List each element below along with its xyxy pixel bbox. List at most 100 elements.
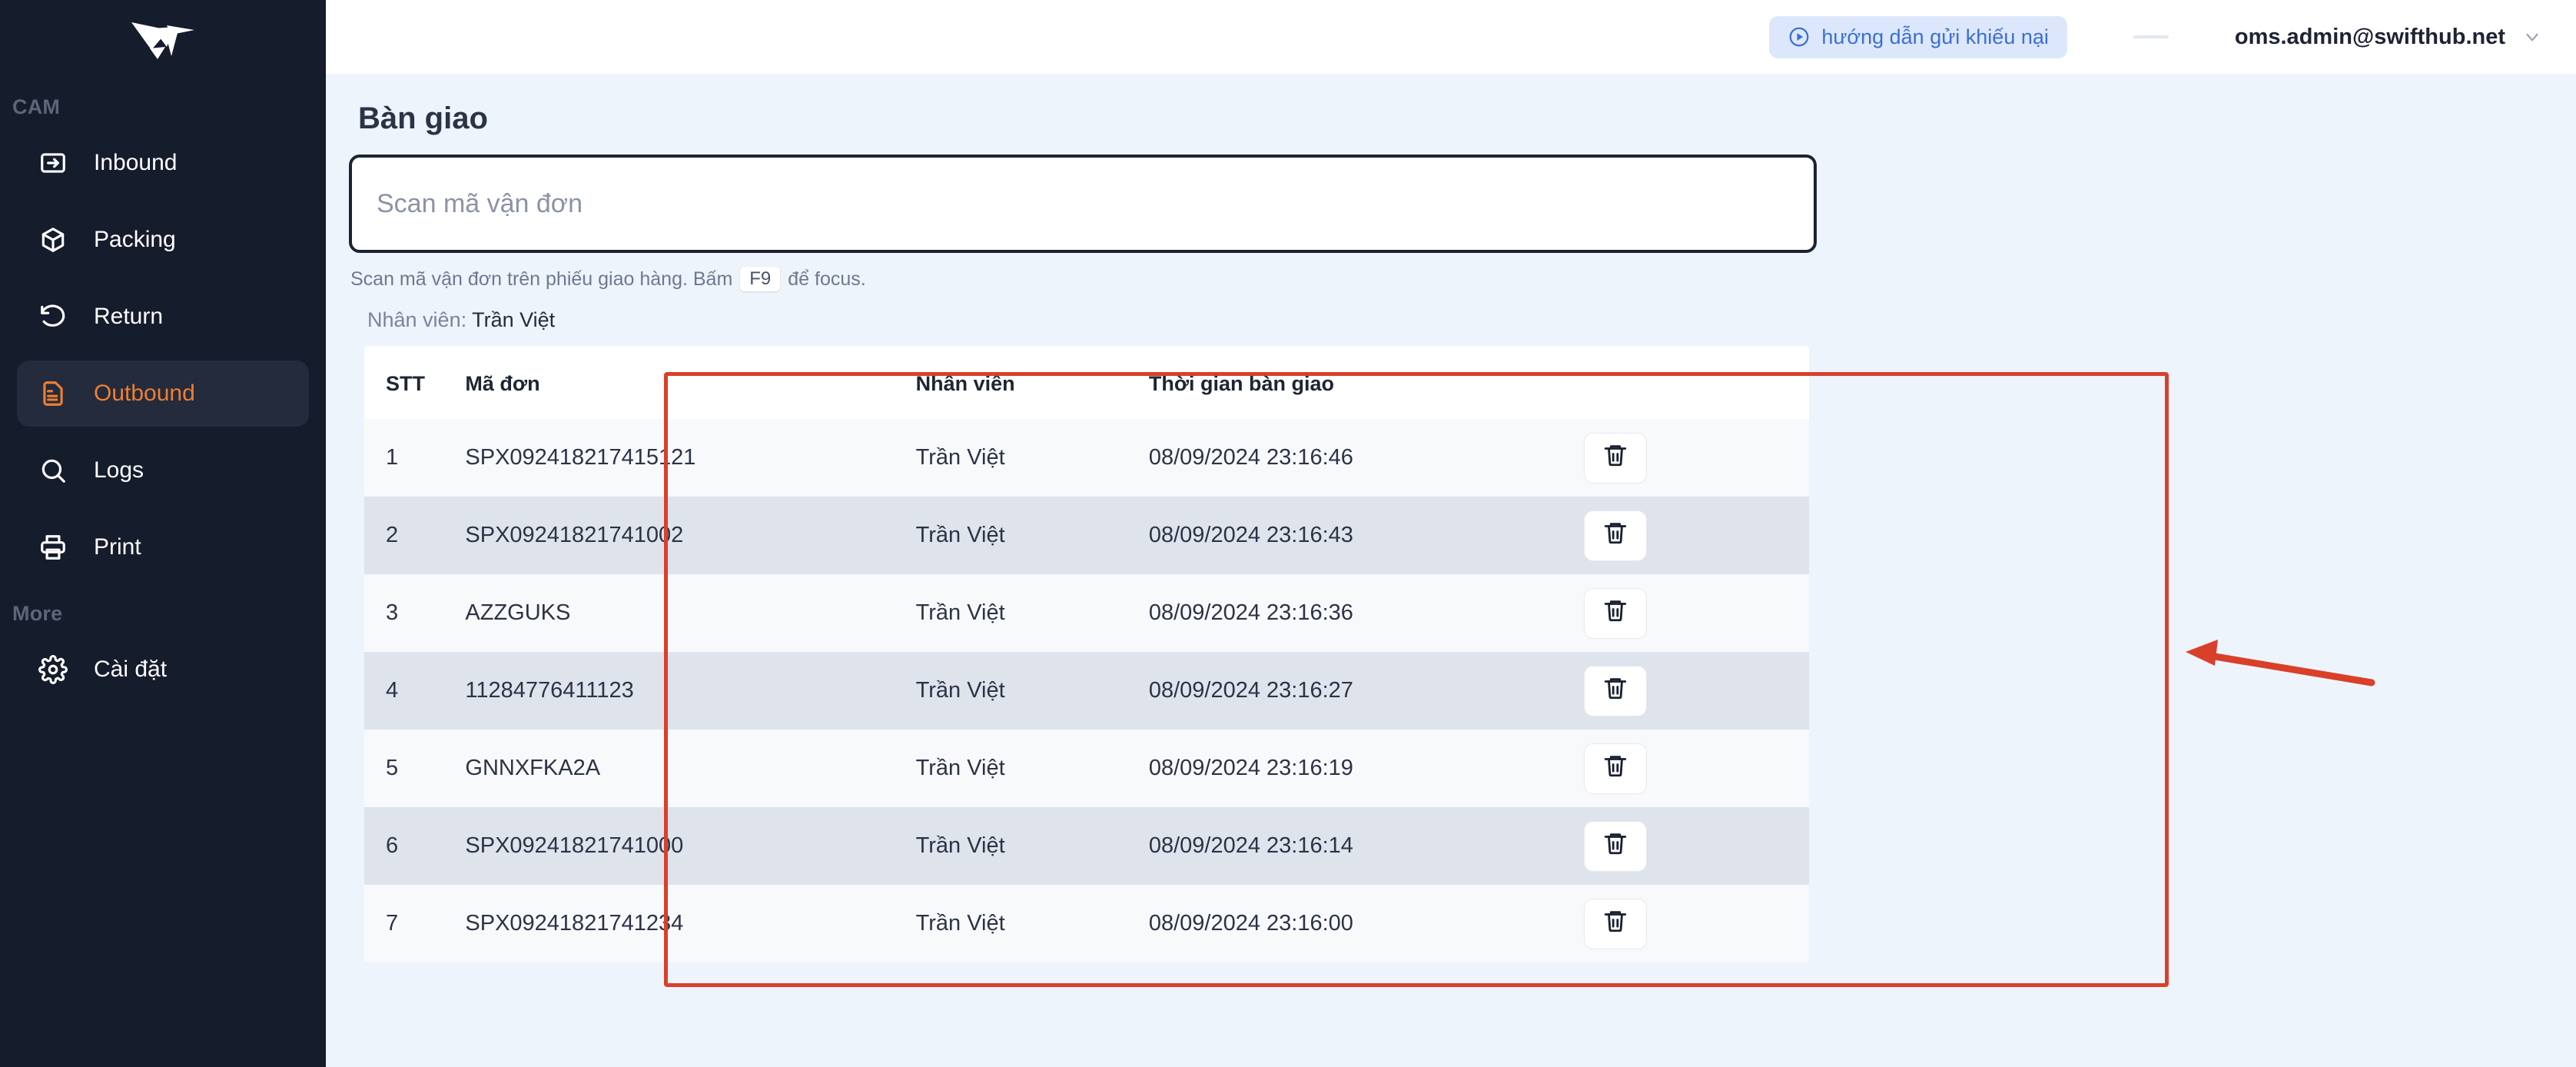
sidebar-item-label: Outbound [94,381,195,406]
sidebar-nav-more: Cài đặt [0,637,326,703]
cell-staff: Trần Việt [915,833,1005,858]
cell-staff: Trần Việt [915,600,1005,625]
column-header-actions [1583,346,1809,419]
sidebar-item-label: Cài đặt [94,656,168,682]
cell-stt: 2 [386,523,399,547]
trash-icon [1602,597,1628,630]
swifthub-bird-logo-icon [131,22,194,59]
delete-row-button[interactable] [1583,898,1647,949]
red-pointer-arrow [2186,640,2375,686]
f9-key-badge: F9 [740,267,781,291]
delete-row-button[interactable] [1583,743,1647,794]
cell-stt: 7 [386,911,399,936]
cell-stt: 1 [386,445,399,470]
cell-time: 08/09/2024 23:16:43 [1148,523,1353,547]
cell-staff: Trần Việt [915,678,1005,703]
table-row: 3 AZZGUKS Trần Việt 08/09/2024 23:16:36 [364,574,1809,652]
sidebar-section-label-cam: CAM [12,95,61,118]
cell-stt: 6 [386,833,399,858]
cell-code: SPX09241821741234 [465,911,684,936]
cell-time: 08/09/2024 23:16:14 [1148,833,1353,858]
scan-hint-before: Scan mã vận đơn trên phiếu giao hàng. Bấ… [350,268,733,290]
main-area: hướng dẫn gửi khiếu nại oms.admin@swifth… [326,0,2576,1067]
sidebar-item-packing[interactable]: Packing [17,207,309,273]
app-root: CAM Inbound Packing Return Outbound Logs… [0,0,2576,1067]
column-header-stt: STT [364,346,466,419]
sidebar-nav-cam: Inbound Packing Return Outbound Logs Pri… [0,130,326,580]
table-head: STT Mã đơn Nhân viên Thời gian bàn giao [364,346,1809,419]
trash-icon [1602,442,1628,474]
cell-code: SPX09241821741002 [465,523,684,547]
sidebar-section-label-more: More [12,602,63,625]
trash-icon [1602,520,1628,552]
play-circle-icon [1788,25,1811,48]
sidebar-item-logs[interactable]: Logs [17,437,309,504]
cell-code: AZZGUKS [465,600,571,625]
guide-complaint-label: hướng dẫn gửi khiếu nại [1821,25,2049,48]
cell-stt: 3 [386,600,399,625]
table-row: 2 SPX09241821741002 Trần Việt 08/09/2024 23… [364,497,1809,574]
scan-input[interactable]: Scan mã vận đơn [349,155,1817,253]
document-lines-icon [37,377,69,410]
cell-stt: 4 [386,678,399,703]
cell-time: 08/09/2024 23:16:19 [1148,756,1353,780]
cell-stt: 5 [386,756,399,780]
account-menu[interactable]: oms.admin@swifthub.net [2235,25,2542,50]
inbound-arrow-icon [37,147,69,179]
sidebar-item-settings[interactable]: Cài đặt [17,637,309,703]
cell-code: 11284776411123 [465,678,634,703]
sidebar-item-return[interactable]: Return [17,284,309,350]
delete-row-button[interactable] [1583,587,1647,639]
delete-row-button[interactable] [1583,510,1647,561]
table-header-row: STT Mã đơn Nhân viên Thời gian bàn giao [364,346,1809,419]
gear-icon [37,653,69,686]
page-content: Bàn giao Scan mã vận đơn Scan mã vận đơn… [326,74,2576,1067]
cell-staff: Trần Việt [915,445,1005,470]
table-row: 1 SPX092418217415121 Trần Việt 08/09/2024 2… [364,419,1809,497]
cell-code: GNNXFKA2A [465,756,601,780]
cell-time: 08/09/2024 23:16:00 [1148,911,1353,936]
cell-staff: Trần Việt [915,756,1005,780]
sidebar-item-print[interactable]: Print [17,514,309,580]
cell-time: 08/09/2024 23:16:27 [1148,678,1353,703]
sidebar: CAM Inbound Packing Return Outbound Logs… [0,0,326,1067]
staff-line: Nhân viên: Trần Việt [367,308,2576,332]
handover-table: STT Mã đơn Nhân viên Thời gian bàn giao … [364,346,1809,962]
cell-staff: Trần Việt [915,523,1005,547]
trash-icon [1602,675,1628,707]
scan-input-placeholder: Scan mã vận đơn [377,188,583,218]
column-header-code: Mã đơn [465,346,916,419]
delete-row-button[interactable] [1583,432,1647,484]
sidebar-item-outbound[interactable]: Outbound [17,361,309,427]
printer-icon [37,531,69,563]
handover-table-wrap: STT Mã đơn Nhân viên Thời gian bàn giao … [364,346,1809,962]
cell-staff: Trần Việt [915,911,1005,936]
topbar: hướng dẫn gửi khiếu nại oms.admin@swifth… [326,0,2576,74]
sidebar-section-cam: CAM Inbound Packing Return Outbound Logs… [0,95,326,580]
box-icon [37,224,69,256]
sidebar-item-label: Return [94,304,164,329]
chevron-down-icon [2522,27,2542,47]
sidebar-item-label: Inbound [94,150,178,175]
trash-icon [1602,908,1628,940]
cell-actions [1583,807,1809,885]
cell-actions [1583,497,1809,574]
cell-time: 08/09/2024 23:16:46 [1148,445,1353,470]
cell-actions [1583,885,1809,962]
table-row: 7 SPX09241821741234 Trần Việt 08/09/2024 23… [364,885,1809,962]
cell-code: SPX09241821741000 [465,833,684,858]
delete-row-button[interactable] [1583,665,1647,716]
staff-label: Nhân viên: [367,308,467,331]
account-email: oms.admin@swifthub.net [2234,24,2505,49]
cell-code: SPX092418217415121 [465,445,696,470]
table-row: 5 GNNXFKA2A Trần Việt 08/09/2024 23:16:19 [364,730,1809,807]
search-icon [37,454,69,487]
table-row: 6 SPX09241821741000 Trần Việt 08/09/2024 23… [364,807,1809,885]
sidebar-item-inbound[interactable]: Inbound [17,130,309,196]
trash-icon [1602,753,1628,785]
cell-actions [1583,730,1809,807]
app-logo[interactable] [0,0,326,74]
cell-time: 08/09/2024 23:16:36 [1148,600,1353,625]
delete-row-button[interactable] [1583,820,1647,872]
guide-complaint-button[interactable]: hướng dẫn gửi khiếu nại [1769,15,2067,58]
